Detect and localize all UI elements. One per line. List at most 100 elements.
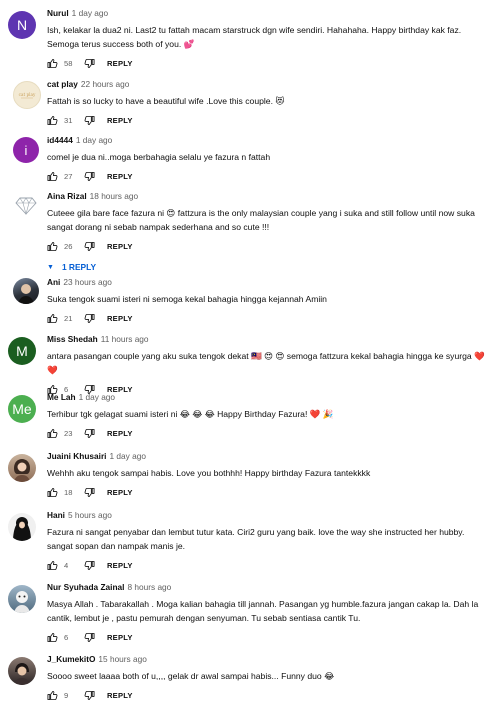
comment-author[interactable]: cat play — [47, 79, 78, 89]
avatar[interactable] — [13, 278, 39, 304]
dislike-icon[interactable] — [84, 241, 95, 252]
dislike-icon[interactable] — [84, 171, 95, 182]
comment-time[interactable]: 8 hours ago — [127, 582, 171, 592]
comment-time[interactable]: 5 hours ago — [68, 510, 112, 520]
like-icon[interactable] — [47, 241, 58, 252]
comment-time[interactable]: 1 day ago — [79, 392, 115, 402]
like-count: 4 — [64, 560, 69, 570]
svg-text:cat play: cat play — [19, 92, 36, 97]
like-count: 23 — [64, 428, 73, 438]
like-count: 21 — [64, 313, 73, 323]
comment-author[interactable]: Hani — [47, 510, 65, 520]
comment-body: J_KumekitO 15 hours ago Soooo sweet laaaa… — [47, 654, 486, 702]
comment-time[interactable]: 1 day ago — [76, 135, 112, 145]
avatar[interactable]: cat play — [13, 81, 41, 109]
comment-time[interactable]: 1 day ago — [72, 8, 108, 18]
avatar[interactable] — [8, 657, 36, 685]
person-photo-icon — [14, 591, 30, 613]
comment-text: comel je dua ni..moga berbahagia selalu … — [47, 152, 271, 162]
comment-author[interactable]: Juaini Khusairi — [47, 451, 106, 461]
comment-text: antara pasangan couple yang aku suka ten… — [47, 351, 485, 375]
like-icon[interactable] — [47, 313, 58, 324]
dislike-icon[interactable] — [84, 560, 95, 571]
comment-author[interactable]: Ani — [47, 277, 60, 287]
avatar[interactable] — [8, 454, 36, 482]
comment-text: Fazura ni sangat penyabar dan lembut tut… — [47, 527, 465, 551]
comment-time[interactable]: 22 hours ago — [81, 79, 129, 89]
reply-button[interactable]: REPLY — [107, 488, 133, 497]
dislike-icon[interactable] — [84, 428, 95, 439]
like-icon[interactable] — [47, 487, 58, 498]
dislike-icon[interactable] — [84, 58, 95, 69]
diamond-avatar-icon — [15, 197, 37, 215]
comment-time[interactable]: 1 day ago — [109, 451, 145, 461]
like-count: 58 — [64, 58, 73, 68]
avatar[interactable]: N — [8, 11, 36, 39]
comment-text: Cuteee gila bare face fazura ni 😍 fattzu… — [47, 208, 475, 232]
avatar[interactable] — [8, 513, 36, 541]
comment-actions: 4 REPLY — [47, 558, 486, 572]
comment-author[interactable]: Me Lah — [47, 392, 76, 402]
reply-button[interactable]: REPLY — [107, 314, 133, 323]
like-count: 31 — [64, 115, 73, 125]
reply-button[interactable]: REPLY — [107, 691, 133, 700]
comment-actions: 31 REPLY — [47, 113, 486, 127]
avatar[interactable]: Me — [8, 395, 36, 423]
person-photo-icon — [18, 284, 34, 304]
reply-button[interactable]: REPLY — [107, 242, 133, 251]
comment-author[interactable]: Miss Shedah — [47, 334, 98, 344]
comment-actions: 9 REPLY — [47, 688, 486, 702]
dislike-icon[interactable] — [84, 115, 95, 126]
reply-button[interactable]: REPLY — [107, 59, 133, 68]
comment-body: Miss Shedah 11 hours ago antara pasangan … — [47, 334, 486, 396]
avatar[interactable] — [13, 193, 39, 219]
dislike-icon[interactable] — [84, 690, 95, 701]
like-icon[interactable] — [47, 690, 58, 701]
avatar-letter: Me — [12, 401, 32, 417]
view-replies-button[interactable]: ▼ 1 REPLY — [47, 262, 486, 272]
comment-actions: 58 REPLY — [47, 56, 486, 70]
like-count: 18 — [64, 487, 73, 497]
comment-time[interactable]: 11 hours ago — [101, 334, 149, 344]
comment-author[interactable]: Aina Rizal — [47, 191, 87, 201]
comment-author[interactable]: J_KumekitO — [47, 654, 95, 664]
like-icon[interactable] — [47, 632, 58, 643]
comment-author[interactable]: Nur Syuhada Zainal — [47, 582, 124, 592]
person-photo-icon — [14, 459, 30, 482]
comment-body: Juaini Khusairi 1 day ago Wehhh aku tengo… — [47, 451, 486, 499]
comment-actions: 18 REPLY — [47, 485, 486, 499]
person-photo-icon — [14, 663, 30, 685]
like-icon[interactable] — [47, 428, 58, 439]
dislike-icon[interactable] — [84, 632, 95, 643]
like-icon[interactable] — [47, 171, 58, 182]
comment-time[interactable]: 15 hours ago — [98, 654, 146, 664]
reply-button[interactable]: REPLY — [107, 633, 133, 642]
reply-button[interactable]: REPLY — [107, 116, 133, 125]
comment-actions: 23 REPLY — [47, 426, 486, 440]
comment-text: Fattah is so lucky to have a beautiful w… — [47, 96, 285, 106]
reply-button[interactable]: REPLY — [107, 429, 133, 438]
comment-body: Me Lah 1 day ago Terhibur tgk gelagat sua… — [47, 392, 486, 440]
comment-body: id4444 1 day ago comel je dua ni..moga be… — [47, 135, 486, 183]
avatar[interactable] — [8, 585, 36, 613]
comment-time[interactable]: 23 hours ago — [63, 277, 111, 287]
like-icon[interactable] — [47, 560, 58, 571]
reply-button[interactable]: REPLY — [107, 561, 133, 570]
reply-button[interactable]: REPLY — [107, 172, 133, 181]
comment-actions: 26 REPLY — [47, 239, 486, 253]
avatar[interactable]: i — [13, 137, 39, 163]
comment-time[interactable]: 18 hours ago — [90, 191, 138, 201]
comment-author[interactable]: id4444 — [47, 135, 73, 145]
comment-author[interactable]: Nurul — [47, 8, 69, 18]
comment-body: Ani 23 hours ago Suka tengok suami isteri… — [47, 277, 486, 325]
like-icon[interactable] — [47, 115, 58, 126]
avatar[interactable]: M — [8, 337, 36, 365]
comment-actions: 21 REPLY — [47, 311, 486, 325]
comment-text: Soooo sweet laaaa both of u,,,, gelak dr… — [47, 671, 335, 681]
avatar-letter: N — [16, 17, 28, 33]
like-count: 9 — [64, 690, 69, 700]
dislike-icon[interactable] — [84, 313, 95, 324]
like-icon[interactable] — [47, 58, 58, 69]
dislike-icon[interactable] — [84, 487, 95, 498]
comment-text: Terhibur tgk gelagat suami isteri ni 😂 😂… — [47, 409, 334, 419]
